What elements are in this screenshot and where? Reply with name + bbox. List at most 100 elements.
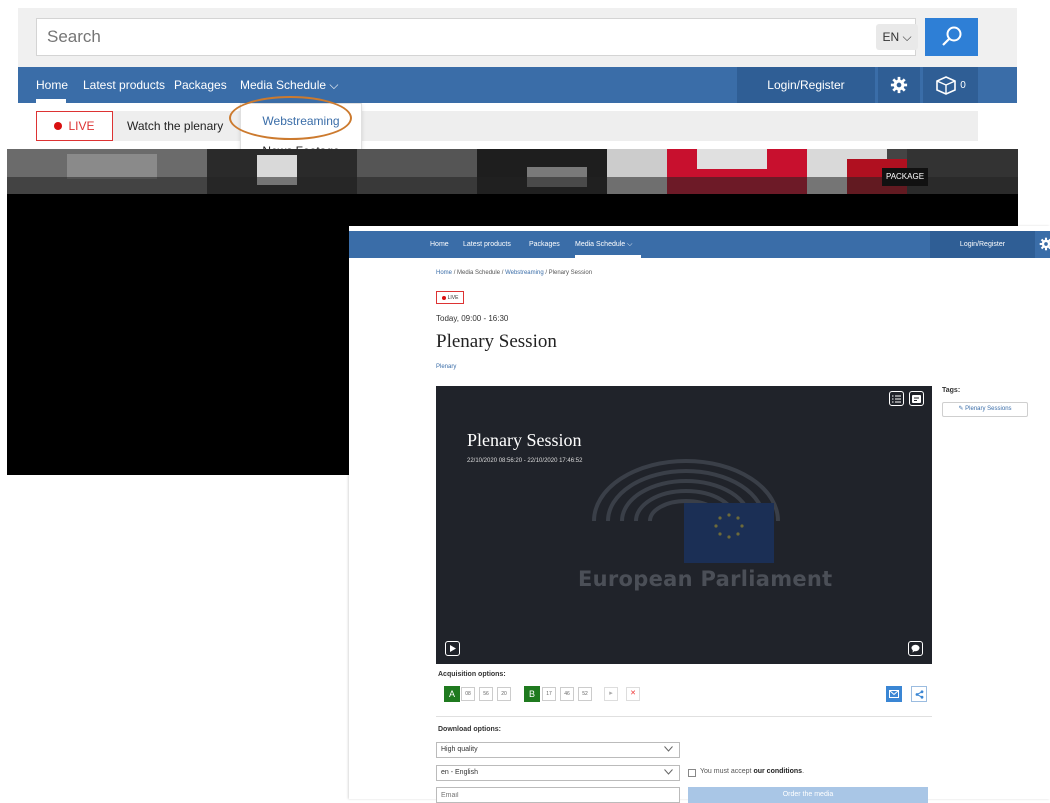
breadcrumb-media-schedule[interactable]: Media Schedule	[457, 270, 500, 276]
dropdown-item-webstreaming[interactable]: Webstreaming	[241, 114, 361, 128]
watch-plenary-link[interactable]: Watch the plenary	[127, 111, 223, 141]
nav-home[interactable]: Home	[36, 67, 68, 103]
breadcrumb: Home / Media Schedule / Webstreaming / P…	[436, 270, 592, 276]
detail-nav-packages[interactable]: Packages	[529, 231, 560, 258]
chevron-down-icon	[664, 746, 673, 752]
section-divider	[436, 716, 932, 717]
subtitles-button[interactable]	[909, 391, 924, 406]
chevron-down-icon: ⌵	[902, 30, 912, 44]
share-icon	[915, 689, 923, 699]
mail-icon	[889, 690, 899, 698]
accept-prefix: You must accept	[700, 768, 752, 775]
language-label: EN	[882, 30, 900, 44]
email-share-button[interactable]	[886, 686, 902, 702]
video-player[interactable]	[436, 386, 932, 664]
tag-chip[interactable]: ✎ Plenary Sessions	[942, 402, 1028, 417]
search-button[interactable]	[925, 18, 978, 56]
black-region	[7, 194, 1018, 226]
cart-button[interactable]: 0	[923, 67, 978, 103]
cart-count: 0	[960, 79, 966, 91]
timecode-b-seconds[interactable]: 52	[578, 687, 592, 701]
video-title: Plenary Session	[467, 430, 582, 450]
detail-login-register-button[interactable]: Login/Register	[930, 231, 1035, 258]
timecode-a-minutes[interactable]: 56	[479, 687, 493, 701]
live-badge-label: LIVE	[447, 294, 459, 301]
nav-latest-products[interactable]: Latest products	[83, 67, 165, 103]
black-region-left	[7, 226, 349, 475]
package-badge: PACKAGE	[882, 168, 928, 186]
live-button[interactable]: LIVE	[36, 111, 113, 141]
hero-photo-strip	[7, 149, 1018, 194]
order-media-button[interactable]: Order the media	[688, 787, 928, 803]
session-time: Today, 09:00 - 16:30	[436, 314, 509, 323]
page-title: Plenary Session	[436, 331, 557, 352]
tag-icon: ✎	[958, 406, 964, 412]
european-parliament-logo	[592, 459, 780, 563]
timecode-a-button[interactable]: A	[444, 686, 460, 702]
timecode-b-hours[interactable]: 17	[542, 687, 556, 701]
breadcrumb-separator: /	[501, 270, 504, 276]
live-badge: LIVE	[436, 291, 464, 304]
play-icon: ▸	[609, 690, 613, 697]
nav-media-schedule[interactable]: Media Schedule ⌵	[240, 67, 339, 103]
playlist-button[interactable]	[889, 391, 904, 406]
accept-conditions-text: You must accept our conditions.	[700, 768, 804, 775]
quality-select[interactable]: High quality	[436, 742, 680, 758]
language-select[interactable]: EN ⌵	[876, 24, 918, 50]
search-icon	[941, 26, 961, 46]
box-icon	[936, 76, 957, 95]
language-value: en - English	[441, 769, 478, 776]
hero-photo	[7, 149, 1018, 194]
detail-nav-latest-products[interactable]: Latest products	[463, 231, 511, 258]
chevron-down-icon: ⌵	[329, 78, 339, 92]
play-segment-button[interactable]: ▸	[604, 687, 618, 701]
breadcrumb-home[interactable]: Home	[436, 270, 452, 276]
acquisition-options-label: Acquisition options:	[438, 671, 506, 678]
chat-button[interactable]	[908, 641, 923, 656]
timecode-b-button[interactable]: B	[524, 686, 540, 702]
tags-label: Tags:	[942, 387, 961, 394]
conditions-link[interactable]: our conditions	[753, 768, 802, 775]
clear-segment-button[interactable]: ✕	[626, 687, 640, 701]
chat-icon	[911, 644, 920, 653]
share-button[interactable]	[911, 686, 927, 702]
live-dot-icon	[54, 122, 63, 130]
detail-nav-media-schedule-label: Media Schedule	[575, 241, 626, 248]
list-icon	[892, 395, 901, 402]
accept-suffix: .	[802, 768, 805, 775]
chevron-down-icon	[664, 769, 673, 775]
breadcrumb-separator: /	[545, 270, 547, 276]
login-register-button[interactable]: Login/Register	[737, 67, 875, 103]
detail-nav-home[interactable]: Home	[430, 231, 449, 258]
live-dot-icon	[441, 295, 446, 300]
category-link[interactable]: Plenary	[436, 364, 456, 370]
active-tab-indicator	[36, 99, 66, 103]
play-icon	[450, 645, 456, 652]
european-parliament-wordmark: European Parliament	[578, 567, 833, 591]
timecode-b-minutes[interactable]: 46	[560, 687, 574, 701]
breadcrumb-current: Plenary Session	[548, 270, 593, 276]
quality-value: High quality	[441, 746, 478, 753]
search-input[interactable]	[36, 18, 916, 56]
accept-conditions-checkbox[interactable]	[688, 769, 696, 777]
download-options-label: Download options:	[438, 726, 501, 733]
timecode-a-hours[interactable]: 08	[461, 687, 475, 701]
breadcrumb-webstreaming[interactable]: Webstreaming	[505, 270, 544, 276]
live-label: LIVE	[68, 119, 95, 133]
chevron-down-icon: ⌵	[627, 241, 633, 248]
close-icon: ✕	[630, 690, 636, 697]
language-select[interactable]: en - English	[436, 765, 680, 781]
gear-icon	[890, 76, 908, 94]
tag-label: Plenary Sessions	[965, 406, 1012, 412]
email-field[interactable]	[436, 787, 680, 803]
gear-icon[interactable]	[1039, 236, 1050, 252]
play-button[interactable]	[445, 641, 460, 656]
breadcrumb-separator: /	[453, 270, 456, 276]
nav-media-schedule-label: Media Schedule	[240, 78, 327, 92]
timecode-a-seconds[interactable]: 20	[497, 687, 511, 701]
nav-packages[interactable]: Packages	[174, 67, 227, 103]
settings-button[interactable]	[878, 67, 920, 103]
detail-active-tab-indicator	[575, 255, 641, 258]
video-dates: 22/10/2020 08:56:20 - 22/10/2020 17:46:5…	[467, 458, 583, 464]
detail-nav-media-schedule[interactable]: Media Schedule ⌵	[575, 231, 632, 258]
